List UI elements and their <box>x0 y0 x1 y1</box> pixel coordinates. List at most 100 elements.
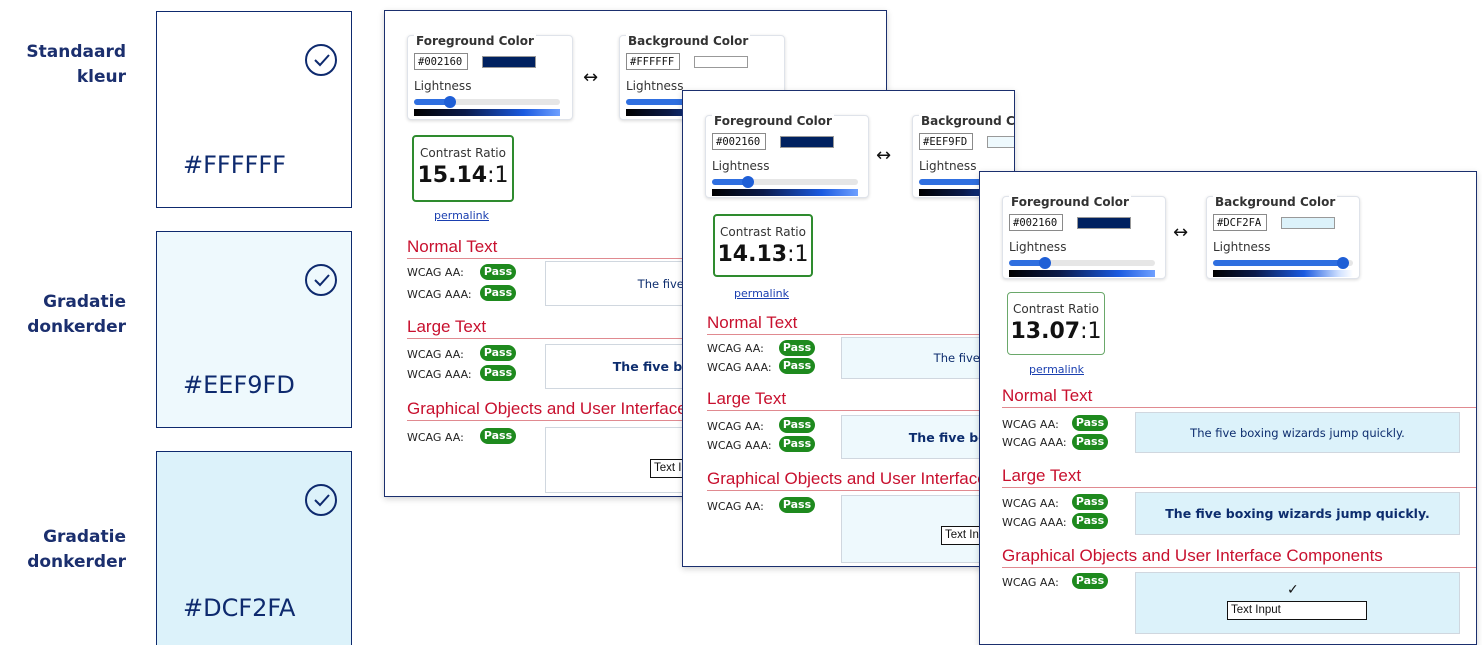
check-circle-icon <box>305 484 337 516</box>
pass-badge: Pass <box>779 417 815 433</box>
graphical-objects-heading: Graphical Objects and User Interface Com… <box>1002 546 1476 568</box>
pass-badge: Pass <box>1072 494 1108 510</box>
lightness-label: Lightness <box>626 79 684 93</box>
lightness-slider[interactable] <box>414 96 560 108</box>
pass-badge: Pass <box>779 497 815 513</box>
background-swatch[interactable] <box>987 136 1014 148</box>
swatch-card-eef9fd[interactable]: #EEF9FD <box>156 231 352 428</box>
ratio-suffix: :1 <box>487 163 509 188</box>
pass-badge: Pass <box>1072 434 1108 450</box>
background-hex-input[interactable] <box>919 133 973 150</box>
pass-badge: Pass <box>480 428 516 444</box>
swap-arrow-icon[interactable]: ↔ <box>876 145 891 166</box>
swatch-card-dcf2fa[interactable]: #DCF2FA <box>156 451 352 645</box>
lightness-gradient <box>1009 270 1155 277</box>
lightness-label: Lightness <box>712 159 770 173</box>
wcag-aa-label: WCAG AA: <box>707 342 764 355</box>
foreground-color-box: Foreground Color Lightness <box>407 34 573 120</box>
background-color-title: Background Color <box>1213 195 1338 209</box>
wcag-aaa-label: WCAG AAA: <box>1002 436 1067 449</box>
foreground-swatch[interactable] <box>482 56 536 68</box>
wcag-aa-label: WCAG AA: <box>707 500 764 513</box>
lightness-slider[interactable] <box>1213 257 1353 269</box>
large-text-sample: The five boxing wizards jump quickly. <box>1135 492 1460 535</box>
swatch-card-ffffff[interactable]: #FFFFFF <box>156 11 352 208</box>
text-input-field[interactable]: Text Input <box>1227 601 1367 620</box>
lightness-gradient <box>414 109 560 116</box>
swatch-label-gradatie-1: Gradatie donkerder <box>20 290 126 340</box>
pass-badge: Pass <box>1072 415 1108 431</box>
pass-badge: Pass <box>779 340 815 356</box>
background-swatch[interactable] <box>1281 217 1335 229</box>
background-hex-input[interactable] <box>626 53 680 70</box>
swatch-label-line2: kleur <box>76 67 126 87</box>
wcag-aaa-label: WCAG AAA: <box>707 439 772 452</box>
lightness-gradient <box>1213 270 1353 277</box>
foreground-color-title: Foreground Color <box>414 34 536 48</box>
pass-badge: Pass <box>480 285 516 301</box>
wcag-aaa-label: WCAG AAA: <box>407 288 472 301</box>
slider-thumb[interactable] <box>444 96 456 108</box>
swatch-label-line1: Gradatie <box>43 292 126 312</box>
swap-arrow-icon[interactable]: ↔ <box>1173 222 1188 243</box>
foreground-hex-input[interactable] <box>414 53 468 70</box>
pass-badge: Pass <box>779 358 815 374</box>
pass-badge: Pass <box>779 436 815 452</box>
swatch-hex: #EEF9FD <box>183 371 295 399</box>
large-text-heading: Large Text <box>1002 466 1476 488</box>
ratio-number: 13.07 <box>1010 319 1081 344</box>
foreground-color-title: Foreground Color <box>1009 195 1131 209</box>
foreground-color-box: Foreground Color Lightness <box>1002 195 1166 279</box>
foreground-hex-input[interactable] <box>712 133 766 150</box>
normal-text-heading: Normal Text <box>1002 386 1476 408</box>
lightness-slider[interactable] <box>712 176 858 188</box>
wcag-aa-label: WCAG AA: <box>407 266 464 279</box>
foreground-color-box: Foreground Color Lightness <box>705 114 869 198</box>
wcag-aa-label: WCAG AA: <box>707 420 764 433</box>
contrast-panel-2: Foreground Color Lightness ↔ Background … <box>682 90 1015 567</box>
ratio-suffix: :1 <box>787 242 809 267</box>
contrast-panel-3: Foreground Color Lightness ↔ Background … <box>979 171 1477 645</box>
wcag-aa-label: WCAG AA: <box>1002 576 1059 589</box>
swatch-label-line2: donkerder <box>27 317 126 337</box>
ratio-number: 15.14 <box>417 163 488 188</box>
foreground-swatch[interactable] <box>780 136 834 148</box>
wcag-aa-label: WCAG AA: <box>407 348 464 361</box>
ratio-suffix: :1 <box>1080 319 1102 344</box>
permalink-link[interactable]: permalink <box>434 209 489 222</box>
swap-arrow-icon[interactable]: ↔ <box>583 67 598 88</box>
contrast-ratio-label: Contrast Ratio <box>720 225 806 239</box>
background-swatch[interactable] <box>694 56 748 68</box>
wcag-aa-label: WCAG AA: <box>407 431 464 444</box>
foreground-color-title: Foreground Color <box>712 114 834 128</box>
pass-badge: Pass <box>1072 513 1108 529</box>
permalink-link[interactable]: permalink <box>1029 363 1084 376</box>
lightness-gradient <box>712 189 858 196</box>
normal-text-heading: Normal Text <box>707 313 1014 335</box>
wcag-aaa-label: WCAG AAA: <box>1002 516 1067 529</box>
background-hex-input[interactable] <box>1213 214 1267 231</box>
lightness-slider[interactable] <box>1009 257 1155 269</box>
wcag-aaa-label: WCAG AAA: <box>707 361 772 374</box>
swatch-hex: #FFFFFF <box>183 151 286 179</box>
graphical-objects-heading: Graphical Objects and User Interface Com… <box>707 469 1014 491</box>
swatch-label-gradatie-2: Gradatie donkerder <box>20 525 126 575</box>
slider-thumb[interactable] <box>1337 257 1349 269</box>
lightness-label: Lightness <box>919 159 977 173</box>
foreground-hex-input[interactable] <box>1009 214 1063 231</box>
slider-thumb[interactable] <box>1039 257 1051 269</box>
foreground-swatch[interactable] <box>1077 217 1131 229</box>
slider-thumb[interactable] <box>742 176 754 188</box>
pass-badge: Pass <box>1072 573 1108 589</box>
lightness-label: Lightness <box>1213 240 1271 254</box>
permalink-link[interactable]: permalink <box>734 287 789 300</box>
check-circle-icon <box>305 44 337 76</box>
background-color-title: Background Color <box>626 34 751 48</box>
contrast-ratio-label: Contrast Ratio <box>420 146 506 160</box>
background-color-title: Background Color <box>919 114 1014 128</box>
check-icon: ✓ <box>1287 582 1299 598</box>
swatch-label-standaard: Standaard kleur <box>20 40 126 90</box>
wcag-aa-label: WCAG AA: <box>1002 497 1059 510</box>
swatch-label-line2: donkerder <box>27 552 126 572</box>
contrast-ratio-box: Contrast Ratio 14.13:1 <box>713 214 813 277</box>
